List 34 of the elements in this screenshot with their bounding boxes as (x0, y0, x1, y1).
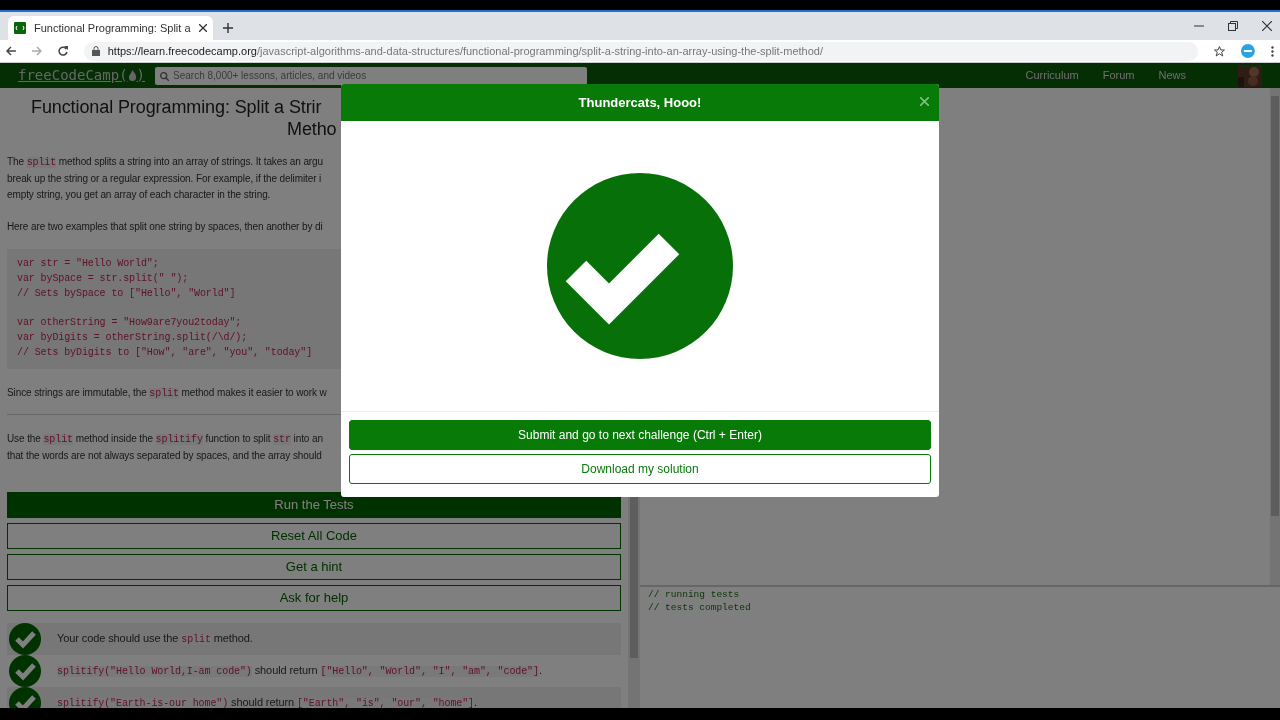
nav-link[interactable]: News (1158, 67, 1186, 84)
test-text: splitify("Earth-is-our home") should return ["Earth", "is", "our", "home"]. (57, 694, 477, 708)
action-button[interactable]: Reset All Code (7, 522, 621, 549)
lesson-title: Functional Programming: Split a Strir Metho (30, 96, 337, 140)
paragraph-text: Here are two examples that split one string by spaces, then another by di (7, 220, 324, 234)
address-bar[interactable]: https://learn.freecodecamp.org/javascript-algorithms-and-data-structures/functional-programming/split-a-string-into-an-array-using-the-split-method/ (83, 41, 1199, 61)
check-icon (547, 173, 733, 359)
nav-link[interactable]: Forum (1102, 67, 1135, 84)
modal-title: Thundercats, Hooo! (578, 93, 702, 112)
console-text: // tests completed (648, 601, 752, 614)
action-button[interactable]: Get a hint (7, 553, 621, 580)
new-tab-icon[interactable] (222, 23, 233, 33)
restore-icon[interactable] (1228, 21, 1238, 31)
more-icon[interactable] (1271, 45, 1274, 57)
action-button[interactable]: Ask for help (7, 584, 621, 611)
download-button[interactable]: Download my solution (349, 454, 931, 484)
close-icon[interactable] (198, 24, 207, 32)
action-button[interactable]: Run the Tests (7, 491, 621, 518)
console-text: // running tests (648, 589, 741, 602)
reload-icon[interactable] (57, 46, 68, 56)
lock-icon (91, 46, 100, 56)
avatar-icon[interactable] (1241, 44, 1256, 58)
back-icon[interactable] (6, 46, 16, 56)
test-text: splitify("Hello World,I-am code") should return ["Hello", "World", "I", "am", "code"]. (57, 662, 542, 679)
site-logo[interactable]: freeCodeCamp( ) (18, 65, 145, 86)
browser-tab[interactable]: Functional Programming: Split a (8, 16, 213, 40)
nav-link[interactable]: Curriculum (1025, 67, 1079, 84)
test-text: Your code should use the split method. (57, 630, 253, 647)
search-field[interactable]: Search 8,000+ lessons, articles, and videos (155, 66, 587, 85)
favicon-icon (14, 22, 26, 34)
star-icon[interactable] (1214, 45, 1226, 57)
submit-button[interactable]: Submit and go to next challenge (Ctrl + Enter) (349, 420, 931, 450)
close-icon[interactable] (1262, 21, 1272, 31)
url-text: https://learn.freecodecamp.org/javascript-algorithms-and-data-structures/functional-programming/split-a-string-into-an-array-using-the-split-method/ (107, 43, 824, 59)
